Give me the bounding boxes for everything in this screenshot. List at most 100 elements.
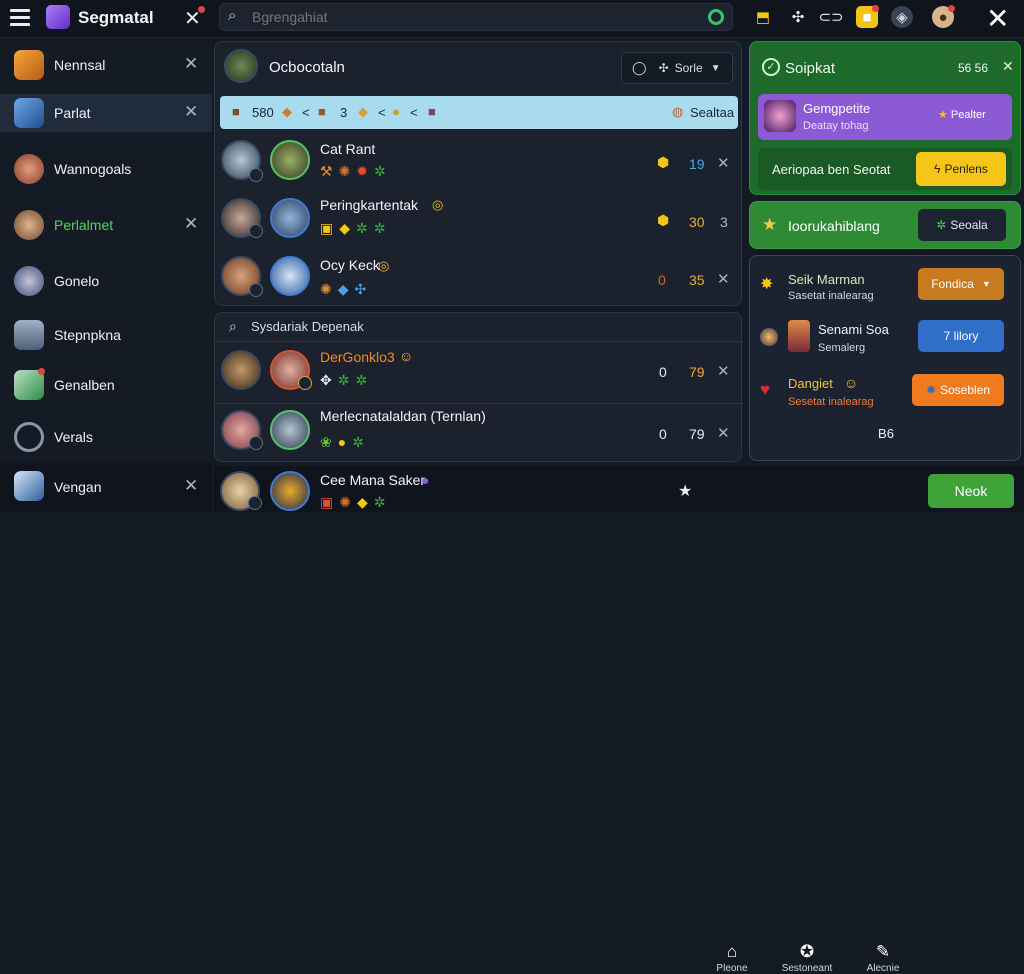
chest-icon [14,50,44,80]
offer-row[interactable]: ♥ Dangiet ☺ Sesetat inalearag ✹ Soseblen [750,370,1022,416]
nav-settings[interactable]: ✪ Sestoneant [777,942,837,974]
rank-badge [249,436,263,450]
player-row[interactable]: Ocy Keck ◎ ✺◆✣ 0 35 ✕ [215,253,743,307]
remove-icon[interactable]: ✕ [717,424,730,442]
rank-badge [249,168,263,182]
close-icon[interactable]: ✕ [184,102,198,122]
close-icon[interactable]: ✕ [184,214,198,234]
player-row[interactable]: Merlecnatalaldan (Ternlan) ❀●✲ 0 79 ✕ [215,403,743,461]
seoala-button[interactable]: ✲ Seoala [918,209,1006,241]
party-title: Ocbocotaln [269,59,345,76]
stats-bar: ■ 580 ◆ < ■ 3 ◆ < ● < ■ ◍ Sealtaa [220,96,738,129]
close-icon[interactable]: ✕ [184,54,198,74]
app-logo-icon [46,5,70,29]
bolt-icon: ϟ [934,162,941,176]
avatar-badge [948,5,955,12]
hero-avatar [270,256,310,296]
lock-icon[interactable]: ⬒ [752,6,774,28]
top-bar: Segmatal ✕ ⌕ ⬒ ✣ ⊂⊃ ■ ◈ ● ✕ [0,0,1024,38]
offers-panel: ✸ Seik Marman Sasetat inalearag Fondica ▼… [749,255,1021,461]
heart-icon: ♥ [760,380,771,399]
leaf-icon: ✲ [936,218,947,232]
flag-icon [14,98,44,128]
user-avatar-icon [14,266,44,296]
hero-avatar [270,410,310,450]
sidebar-item-gonelo[interactable]: Gonelo [0,262,212,300]
hero-avatar [270,198,310,238]
hero-avatar [270,471,310,511]
hero-icon: ■ [318,104,326,119]
pealter-button[interactable]: ★ Pealter [938,108,986,121]
search-bar[interactable]: ⌕ [219,3,733,31]
sparkle-icon: ✸ [760,276,774,293]
badge-icon: ● [421,472,430,488]
sort-dropdown[interactable]: ◯ ✣ Sorle ▼ [621,52,733,84]
hero-icon: ■ [232,104,240,119]
nav-home[interactable]: ⌂ Pleone [702,942,762,974]
team-icon [14,471,44,501]
item-icons: ❀●✲ [320,434,370,450]
sidebar-item-stepnpkna[interactable]: Stepnpkna [0,316,212,354]
hamburger-menu-icon[interactable] [10,9,30,27]
offer-card[interactable]: Gemgpetite Deatay tohag ★ Pealter [758,94,1012,140]
hero-icon [788,320,810,352]
chest-icon: ◆ [282,104,292,119]
soseblen-button[interactable]: ✹ Soseblen [912,374,1004,406]
puzzle-icon[interactable]: ✣ [787,6,809,28]
penlens-button[interactable]: ϟ Penlens [916,152,1006,186]
offer-row[interactable]: Senami Soa Semalerg 7 lilory [750,316,1022,364]
gift-icon: ✹ [925,383,936,397]
chevron-down-icon: ▼ [981,279,991,289]
special-panel: ✓ Soipkat 56 56 ✕ Gemgpetite Deatay toha… [749,41,1021,195]
sidebar-item-vengan[interactable]: Vengan ✕ [0,463,212,512]
rank-badge [248,496,262,510]
star-icon[interactable]: ★ [678,481,692,501]
offer-row[interactable]: ✸ Seik Marman Sasetat inalearag Fondica ▼ [750,264,1022,308]
app-title: Segmatal [78,8,154,27]
search-icon: ⌕ [229,318,237,334]
shield-icon[interactable]: ◈ [891,6,913,28]
player-row[interactable]: Cat Rant ⚒✺✹✲ ⬢ 19 ✕ [215,134,743,192]
search-input[interactable] [252,8,692,26]
lilory-button[interactable]: 7 lilory [918,320,1004,352]
item-icons: ▣◆✲✲ [320,220,392,236]
key-icon: ◆ [358,104,368,119]
close-icon[interactable]: ✕ [184,476,198,496]
offers-footer: B6 [878,426,894,441]
remove-icon[interactable]: ✕ [717,270,730,288]
item-icons: ⚒✺✹✲ [320,163,392,179]
remove-icon[interactable]: ✕ [717,154,730,172]
player-row[interactable]: Peringkartentak ◎ ▣◆✲✲ ⬢ 30 3 [215,194,743,248]
fondica-button[interactable]: Fondica ▼ [918,268,1004,300]
sidebar-item-genalben[interactable]: Genalben [0,366,212,404]
sword-icon: ◍ [672,104,684,119]
check-icon: ✓ [762,58,780,76]
gold-icon: ⬢ [657,212,670,228]
folder-badge [872,5,879,12]
star-icon: ★ [938,109,951,121]
link-icon[interactable]: ⊂⊃ [818,6,843,28]
close-icon[interactable]: ✕ [1002,58,1014,75]
home-icon: ⌂ [726,942,738,961]
sidebar-item-verals[interactable]: Verals [0,418,212,456]
character-icon [764,100,796,132]
neok-button[interactable]: Neok [928,474,1014,508]
alert-icon: ✎ [875,942,891,961]
window-close-icon[interactable]: ✕ [986,2,1009,35]
item-icons: ✺◆✣ [320,281,373,297]
hero-avatar [270,140,310,180]
notification-dot [198,6,205,13]
voice-search-icon[interactable] [708,9,724,25]
player-row[interactable]: DerGonklo3 ☺ ✥✲✲ 0 79 ✕ [215,341,743,401]
sidebar-item-nennsal[interactable]: Nennsal ✕ [0,46,212,84]
nav-alerts[interactable]: ✎ Alecnie [853,942,913,974]
filter-icon: ✣ [658,61,669,75]
sidebar-item-parlat[interactable]: Parlat ✕ [0,94,212,132]
challenge-card: ★ Ioorukahiblang ✲ Seoala [749,201,1021,249]
hero-icon: ■ [428,104,436,119]
sidebar-item-perlalmet[interactable]: Perlalmet ✕ [0,206,212,244]
avatar [221,350,261,390]
star-icon: ★ [762,215,778,234]
remove-icon[interactable]: ✕ [717,362,730,380]
sidebar-item-wannogoals[interactable]: Wannogoals [0,150,212,188]
